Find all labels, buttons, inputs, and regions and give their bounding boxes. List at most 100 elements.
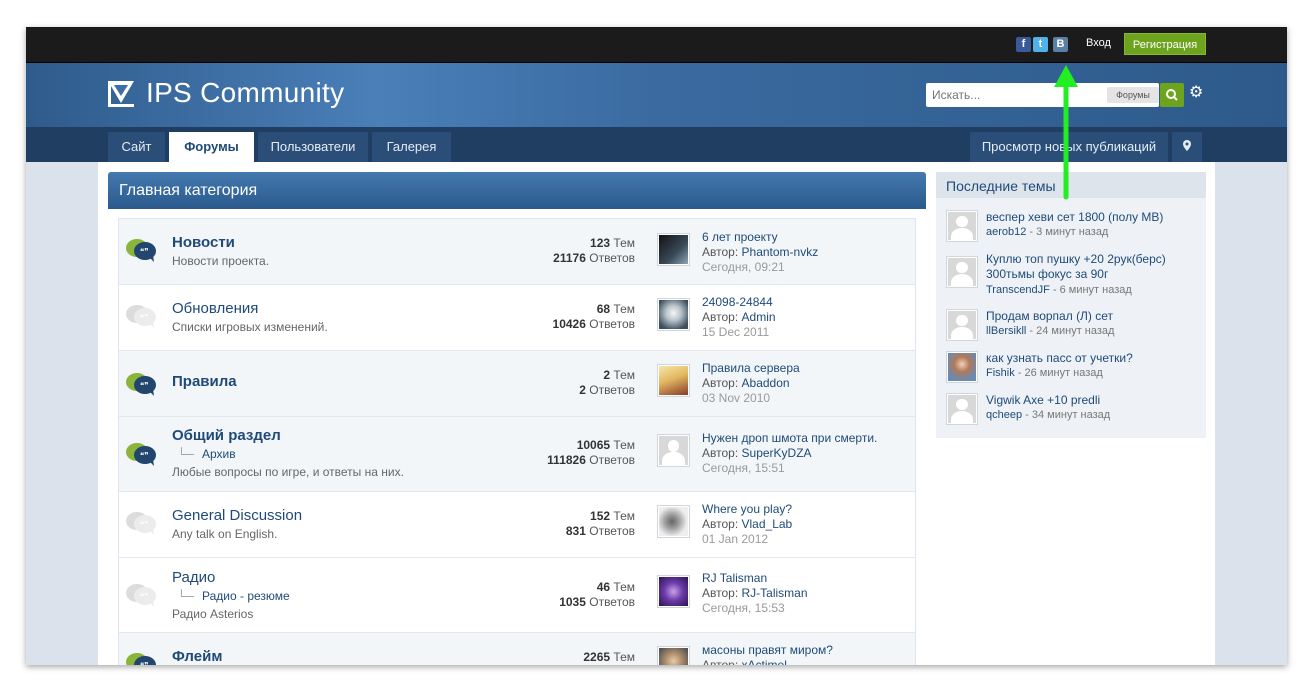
search-box: Форумы (926, 83, 1159, 107)
site-logo-text[interactable]: IPS Community (146, 77, 344, 109)
subforum-name[interactable]: Радио - резюме (202, 589, 290, 603)
last-post-title[interactable]: RJ Talisman (702, 571, 767, 585)
forum-name-link[interactable]: Новости (172, 234, 235, 251)
location-pin-button[interactable] (1172, 132, 1202, 162)
last-poster-avatar[interactable] (657, 298, 690, 331)
author-link[interactable]: Phantom-nvkz (742, 245, 819, 259)
last-post-title[interactable]: масоны правят миром? (702, 643, 833, 657)
forum-name-link[interactable]: Обновления (172, 300, 258, 317)
map-pin-icon (1183, 140, 1191, 151)
forum-name-link[interactable]: Общий раздел (172, 427, 281, 444)
topics-label: Тем (613, 509, 635, 523)
annotation-arrow-icon (1054, 65, 1078, 200)
tab-users[interactable]: Пользователи (258, 132, 368, 162)
last-poster-avatar[interactable] (657, 233, 690, 266)
svg-text:❝❞: ❝❞ (140, 520, 149, 529)
svg-text:❝❞: ❝❞ (140, 592, 149, 601)
sign-in-link[interactable]: Вход (1086, 37, 1111, 49)
gear-icon[interactable]: ⚙ (1189, 85, 1205, 101)
recent-topic-title[interactable]: Куплю топ пушку +20 2рук(берс) 300тьмы ф… (986, 252, 1201, 282)
search-button[interactable] (1160, 83, 1184, 107)
last-poster-avatar[interactable] (657, 364, 690, 397)
forum-description: Любые вопросы по игре, и ответы на них. (172, 465, 404, 479)
last-poster-avatar[interactable] (657, 505, 690, 538)
author-link[interactable]: RJ-Talisman (742, 586, 808, 600)
topic-author-link[interactable]: Fishik (986, 367, 1015, 379)
topics-label: Тем (613, 580, 635, 594)
last-post-author: Автор: SuperKyDZA (702, 446, 812, 460)
vkontakte-icon[interactable]: B (1053, 37, 1068, 52)
subforum-link[interactable]: └─ Радио - резюме (177, 589, 290, 603)
replies-label: Ответов (589, 524, 635, 538)
replies-label: Ответов (589, 317, 635, 331)
category-header[interactable]: Главная категория (108, 172, 926, 209)
replies-label: Ответов (589, 595, 635, 609)
recent-topics-list: веспер хеви сет 1800 (полу МВ) aerob12 -… (936, 198, 1206, 438)
topic-author-avatar[interactable] (946, 210, 978, 242)
recent-topic-meta: aerob12 - 3 минут назад (986, 226, 1109, 238)
reply-count: 111826 (547, 453, 586, 467)
recent-topic-title[interactable]: Vigwik Axe +10 predli (986, 393, 1201, 408)
forum-topic-count: 68 Тем (597, 302, 635, 316)
author-link[interactable]: SuperKyDZA (742, 446, 812, 460)
forum-reply-count: 2 Ответов (579, 383, 635, 397)
last-poster-avatar[interactable] (657, 575, 690, 608)
last-post-title[interactable]: Where you play? (702, 502, 792, 516)
facebook-icon[interactable]: f (1016, 37, 1031, 52)
recent-topic-title[interactable]: как узнать пасс от учетки? (986, 351, 1201, 366)
last-post-title[interactable]: Правила сервера (702, 361, 800, 375)
forum-row-general: ❝❞ Общий раздел └─ Архив Любые вопросы по… (119, 417, 915, 492)
forum-name-link[interactable]: Радио (172, 569, 215, 586)
reply-count: 831 (565, 524, 586, 538)
topic-count: 2265 (583, 650, 611, 664)
author-label: Автор: (702, 446, 739, 460)
svg-text:❝❞: ❝❞ (140, 247, 149, 256)
topic-author-link[interactable]: llBersikll (986, 325, 1026, 337)
topic-author-link[interactable]: TranscendJF (986, 284, 1050, 296)
topic-author-avatar[interactable] (946, 256, 978, 288)
recent-topic-title[interactable]: Продам ворпал (Л) сет (986, 309, 1201, 324)
topics-label: Тем (613, 236, 635, 250)
last-post-title[interactable]: Нужен дроп шмота при смерти. (702, 431, 877, 445)
twitter-icon[interactable]: t (1033, 37, 1048, 52)
recent-topic-item: веспер хеви сет 1800 (полу МВ) aerob12 -… (946, 210, 1201, 244)
topic-author-link[interactable]: aerob12 (986, 226, 1026, 238)
forum-row-rules: ❝❞ Правила 2 Тем 2 Ответов Правила серве… (119, 351, 915, 417)
tab-forums[interactable]: Форумы (169, 132, 254, 162)
last-post-author: Автор: xActimel (702, 658, 787, 665)
last-poster-avatar[interactable] (657, 646, 690, 665)
forum-name-link[interactable]: Правила (172, 373, 237, 390)
forum-row-radio: ❝❞ Радио └─ Радио - резюме Радио Asterios… (119, 558, 915, 633)
author-link[interactable]: Admin (742, 310, 776, 324)
forum-name-link[interactable]: General Discussion (172, 507, 302, 524)
tab-site[interactable]: Сайт (108, 132, 165, 162)
forum-reply-count: 1035 Ответов (559, 595, 635, 609)
last-post-date: 03 Nov 2010 (702, 391, 771, 405)
topic-author-avatar[interactable] (946, 351, 978, 383)
forum-name-link[interactable]: Флейм (172, 648, 222, 665)
topic-author-avatar[interactable] (946, 393, 978, 425)
forum-list: ❝❞ Новости Новости проекта. 123 Тем 2117… (118, 218, 916, 665)
author-link[interactable]: Vlad_Lab (742, 517, 793, 531)
tab-gallery[interactable]: Галерея (372, 132, 451, 162)
recent-topic-title[interactable]: веспер хеви сет 1800 (полу МВ) (986, 210, 1201, 225)
last-poster-avatar[interactable] (657, 434, 690, 467)
topic-author-link[interactable]: qcheep (986, 409, 1022, 421)
topic-count: 123 (590, 236, 611, 250)
subforum-link[interactable]: └─ Архив (177, 447, 236, 461)
forum-read-icon: ❝❞ (126, 584, 156, 607)
author-link[interactable]: Abaddon (742, 376, 790, 390)
subforum-name[interactable]: Архив (202, 447, 236, 461)
last-post-title[interactable]: 6 лет проекту (702, 230, 778, 244)
register-button[interactable]: Регистрация (1124, 33, 1206, 55)
recent-topic-meta: Fishik - 26 минут назад (986, 367, 1103, 379)
topics-label: Тем (613, 438, 635, 452)
subforum-corner-icon: └─ (177, 589, 195, 603)
topic-author-avatar[interactable] (946, 309, 978, 341)
last-post-title[interactable]: 24098-24844 (702, 295, 773, 309)
forum-description: Радио Asterios (172, 607, 254, 621)
forum-description: Any talk on English. (172, 527, 278, 541)
author-link[interactable]: xActimel (742, 658, 787, 665)
search-scope-badge[interactable]: Форумы (1107, 87, 1159, 103)
forum-description: Новости проекта. (172, 254, 270, 268)
